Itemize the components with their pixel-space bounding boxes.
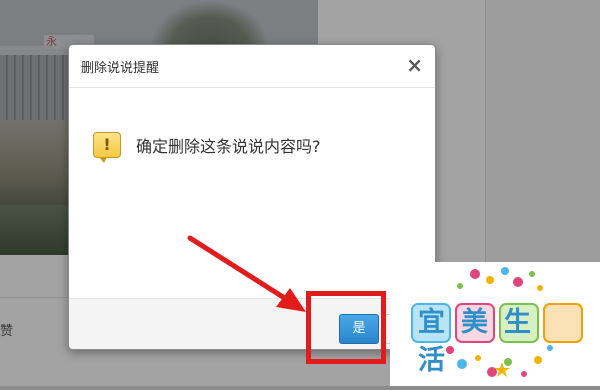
watermark-text-row: 宜美生活 [412,304,582,376]
watermark-logo: 宜美生活 [390,262,600,386]
arrow-shaft [187,235,297,307]
watermark-text: 宜美生活 [418,307,547,376]
red-highlight-box [306,291,386,364]
arrow-head [276,288,306,312]
